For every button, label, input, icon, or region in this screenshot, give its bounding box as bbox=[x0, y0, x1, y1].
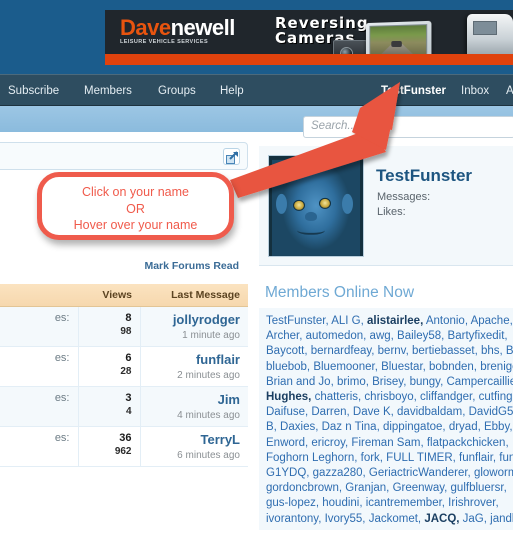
profile-username[interactable]: TestFunster bbox=[376, 166, 472, 186]
main-navigation-bar: Subscribe Members Groups Help TestFunste… bbox=[0, 74, 513, 106]
avatar-eye-right bbox=[319, 197, 331, 209]
row-last-time: 4 minutes ago bbox=[177, 409, 240, 421]
monitor-car-graphic bbox=[391, 40, 402, 48]
threads-table: Views Last Message es: 8 98 jollyrodger … bbox=[0, 284, 248, 467]
members-online-title: Members Online Now bbox=[265, 284, 415, 301]
annotation-callout-bubble: Click on your name OR Hover over your na… bbox=[37, 172, 234, 240]
table-header-row: Views Last Message bbox=[0, 284, 248, 307]
row-last-poster[interactable]: funflair bbox=[149, 352, 240, 367]
row-last-message-cell: TerryL 6 minutes ago bbox=[139, 426, 248, 467]
monitor-screen-image bbox=[369, 24, 428, 58]
avatar-face bbox=[272, 159, 360, 256]
banner-brand: Davenewell LEISURE VEHICLE SERVICES bbox=[120, 17, 235, 46]
row-last-message-cell: funflair 2 minutes ago bbox=[139, 346, 248, 387]
members-online-box: TestFunster, ALI G, alistairlee, Antonio… bbox=[259, 308, 513, 530]
nav-item-help[interactable]: Help bbox=[220, 75, 244, 107]
row-last-time: 2 minutes ago bbox=[177, 369, 240, 381]
screenshot-root: Davenewell LEISURE VEHICLE SERVICES Reve… bbox=[0, 0, 513, 539]
row-views-cell: 6 28 bbox=[77, 346, 140, 387]
mark-forums-read-link[interactable]: Mark Forums Read bbox=[144, 260, 239, 272]
banner-advertisement[interactable]: Davenewell LEISURE VEHICLE SERVICES Reve… bbox=[105, 10, 513, 65]
avatar-mouth bbox=[297, 226, 325, 235]
row-views-value: 6 bbox=[125, 351, 132, 364]
row-views-value: 36 bbox=[119, 431, 132, 444]
caravan-graphic bbox=[467, 14, 513, 56]
profile-messages-label: Messages: bbox=[377, 191, 431, 203]
nav-item-subscribe[interactable]: Subscribe bbox=[8, 75, 59, 107]
row-last-poster[interactable]: jollyrodger bbox=[149, 312, 240, 327]
avatar[interactable] bbox=[268, 155, 364, 257]
row-last-time: 1 minute ago bbox=[182, 329, 240, 341]
annotation-line-2: OR bbox=[126, 201, 145, 216]
row-views-sub: 28 bbox=[120, 365, 132, 377]
nav-item-groups[interactable]: Groups bbox=[158, 75, 196, 107]
banner-orange-stripe bbox=[105, 54, 513, 65]
popout-icon[interactable] bbox=[223, 148, 240, 165]
search-input[interactable]: Search... bbox=[303, 116, 513, 138]
nav-item-inbox[interactable]: Inbox bbox=[461, 75, 489, 107]
row-views-sub: 4 bbox=[125, 405, 132, 417]
avatar-nose bbox=[305, 211, 317, 221]
column-header-views[interactable]: Views bbox=[78, 284, 140, 307]
row-views-cell: 3 4 bbox=[77, 386, 140, 427]
threads-table-body: es: 8 98 jollyrodger 1 minute ago es: 6 … bbox=[0, 306, 248, 467]
table-row[interactable]: es: 3 4 Jim 4 minutes ago bbox=[0, 386, 248, 427]
banner-brand-secondary: newell bbox=[170, 15, 236, 40]
banner-tagline: LEISURE VEHICLE SERVICES bbox=[120, 39, 209, 45]
top-blue-band: Davenewell LEISURE VEHICLE SERVICES Reve… bbox=[0, 0, 513, 74]
threads-table-wrapper: Views Last Message es: 8 98 jollyrodger … bbox=[0, 284, 248, 467]
row-views-cell: 36 962 bbox=[77, 426, 140, 467]
avatar-ear-right bbox=[342, 193, 353, 214]
row-replies-label: es: bbox=[0, 426, 78, 467]
annotation-text: Click on your name OR Hover over your na… bbox=[42, 184, 229, 234]
row-replies-label: es: bbox=[0, 386, 78, 427]
row-views-cell: 8 98 bbox=[77, 306, 140, 347]
row-views-sub: 962 bbox=[114, 445, 132, 457]
avatar-eye-left bbox=[293, 199, 305, 211]
banner-brand-primary: Dave bbox=[120, 15, 171, 40]
annotation-line-3: Hover over your name bbox=[73, 218, 198, 232]
column-header-last-message[interactable]: Last Message bbox=[140, 284, 248, 307]
row-views-value: 8 bbox=[125, 311, 132, 324]
column-header-blank[interactable] bbox=[0, 284, 78, 307]
table-row[interactable]: es: 36 962 TerryL 6 minutes ago bbox=[0, 426, 248, 467]
row-last-time: 6 minutes ago bbox=[177, 449, 240, 461]
annotation-line-1: Click on your name bbox=[82, 185, 189, 199]
table-row[interactable]: es: 6 28 funflair 2 minutes ago bbox=[0, 346, 248, 387]
row-last-message-cell: Jim 4 minutes ago bbox=[139, 386, 248, 427]
row-views-sub: 98 bbox=[120, 325, 132, 337]
table-row[interactable]: es: 8 98 jollyrodger 1 minute ago bbox=[0, 306, 248, 347]
row-last-message-cell: jollyrodger 1 minute ago bbox=[139, 306, 248, 347]
nav-item-alerts[interactable]: A bbox=[506, 75, 513, 107]
forum-panel-header bbox=[0, 142, 248, 170]
row-last-poster[interactable]: TerryL bbox=[149, 432, 241, 447]
row-views-value: 3 bbox=[125, 391, 132, 404]
nav-item-members[interactable]: Members bbox=[84, 75, 132, 107]
profile-card: TestFunster Messages: Likes: bbox=[259, 146, 513, 266]
row-replies-label: es: bbox=[0, 346, 78, 387]
nav-item-username[interactable]: TestFunster bbox=[381, 75, 446, 107]
members-online-list[interactable]: TestFunster, ALI G, alistairlee, Antonio… bbox=[266, 314, 513, 527]
profile-likes-label: Likes: bbox=[377, 206, 406, 218]
avatar-ear-left bbox=[276, 193, 287, 214]
search-placeholder: Search... bbox=[311, 120, 358, 132]
row-replies-label: es: bbox=[0, 306, 78, 347]
row-last-poster[interactable]: Jim bbox=[149, 392, 240, 407]
right-sidebar: Search... TestFunster Messages: Likes: M… bbox=[255, 116, 513, 539]
